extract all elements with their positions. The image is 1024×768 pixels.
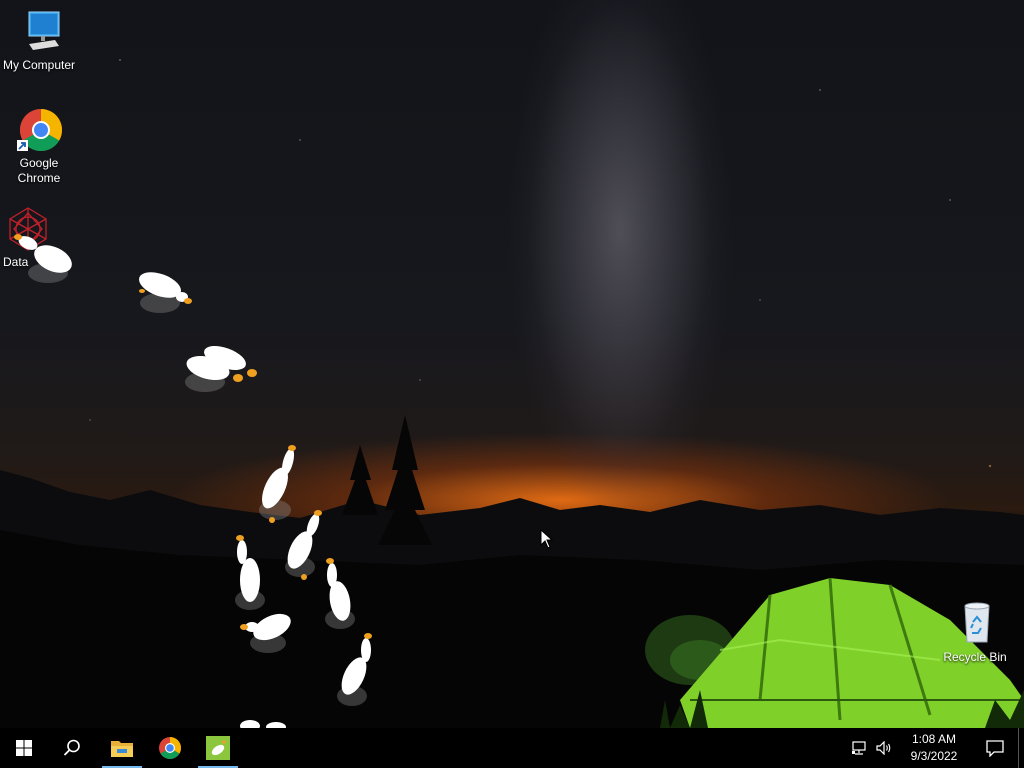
recycle-bin-icon <box>951 600 999 648</box>
computer-icon <box>15 8 63 56</box>
taskbar: 1:08 AM 9/3/2022 <box>0 728 1024 768</box>
search-icon <box>63 739 80 756</box>
search-button[interactable] <box>48 728 96 768</box>
system-tray: 1:08 AM 9/3/2022 <box>848 728 1024 768</box>
chrome-icon <box>159 737 181 759</box>
volume-button[interactable] <box>872 728 896 768</box>
volume-icon <box>876 741 891 755</box>
network-icon <box>852 741 866 755</box>
start-button[interactable] <box>0 728 48 768</box>
goose-sprite[interactable] <box>8 225 78 285</box>
mouse-cursor <box>540 529 554 549</box>
folder-icon <box>111 741 133 757</box>
goose-sprite[interactable] <box>236 605 298 660</box>
desktop-icon-my-computer[interactable]: My Computer <box>0 8 78 73</box>
action-center-button[interactable] <box>972 728 1018 768</box>
chrome-icon <box>15 106 63 154</box>
goose-sprite[interactable] <box>228 530 273 615</box>
desktop-wallpaper <box>0 0 1024 728</box>
goose-sprite[interactable] <box>132 265 202 320</box>
taskbar-desktop-goose[interactable] <box>194 728 242 768</box>
goose-sprite[interactable] <box>330 630 380 710</box>
desktop-icon-google-chrome[interactable]: Google Chrome <box>0 106 78 186</box>
windows-start-icon <box>16 740 32 756</box>
clock-date: 9/3/2022 <box>910 749 958 763</box>
desktop-icon-label: Google Chrome <box>17 156 61 185</box>
show-desktop-button[interactable] <box>1018 728 1024 768</box>
network-button[interactable] <box>848 728 872 768</box>
goose-sprite[interactable] <box>316 555 366 635</box>
taskbar-clock[interactable]: 1:08 AM 9/3/2022 <box>904 731 964 765</box>
clock-time: 1:08 AM <box>911 732 957 746</box>
goose-sprite[interactable] <box>180 340 262 396</box>
desktop-icon-label: My Computer <box>2 58 76 72</box>
wallpaper-landscape <box>0 415 1024 728</box>
taskbar-google-chrome[interactable] <box>146 728 194 768</box>
action-center-icon <box>986 740 1004 757</box>
goose-sprite[interactable] <box>236 716 296 728</box>
desktop-icon-recycle-bin[interactable]: Recycle Bin <box>936 600 1014 665</box>
goose-app-icon <box>206 736 230 760</box>
desktop-icon-label: Recycle Bin <box>943 650 1007 664</box>
taskbar-file-explorer[interactable] <box>98 728 146 768</box>
